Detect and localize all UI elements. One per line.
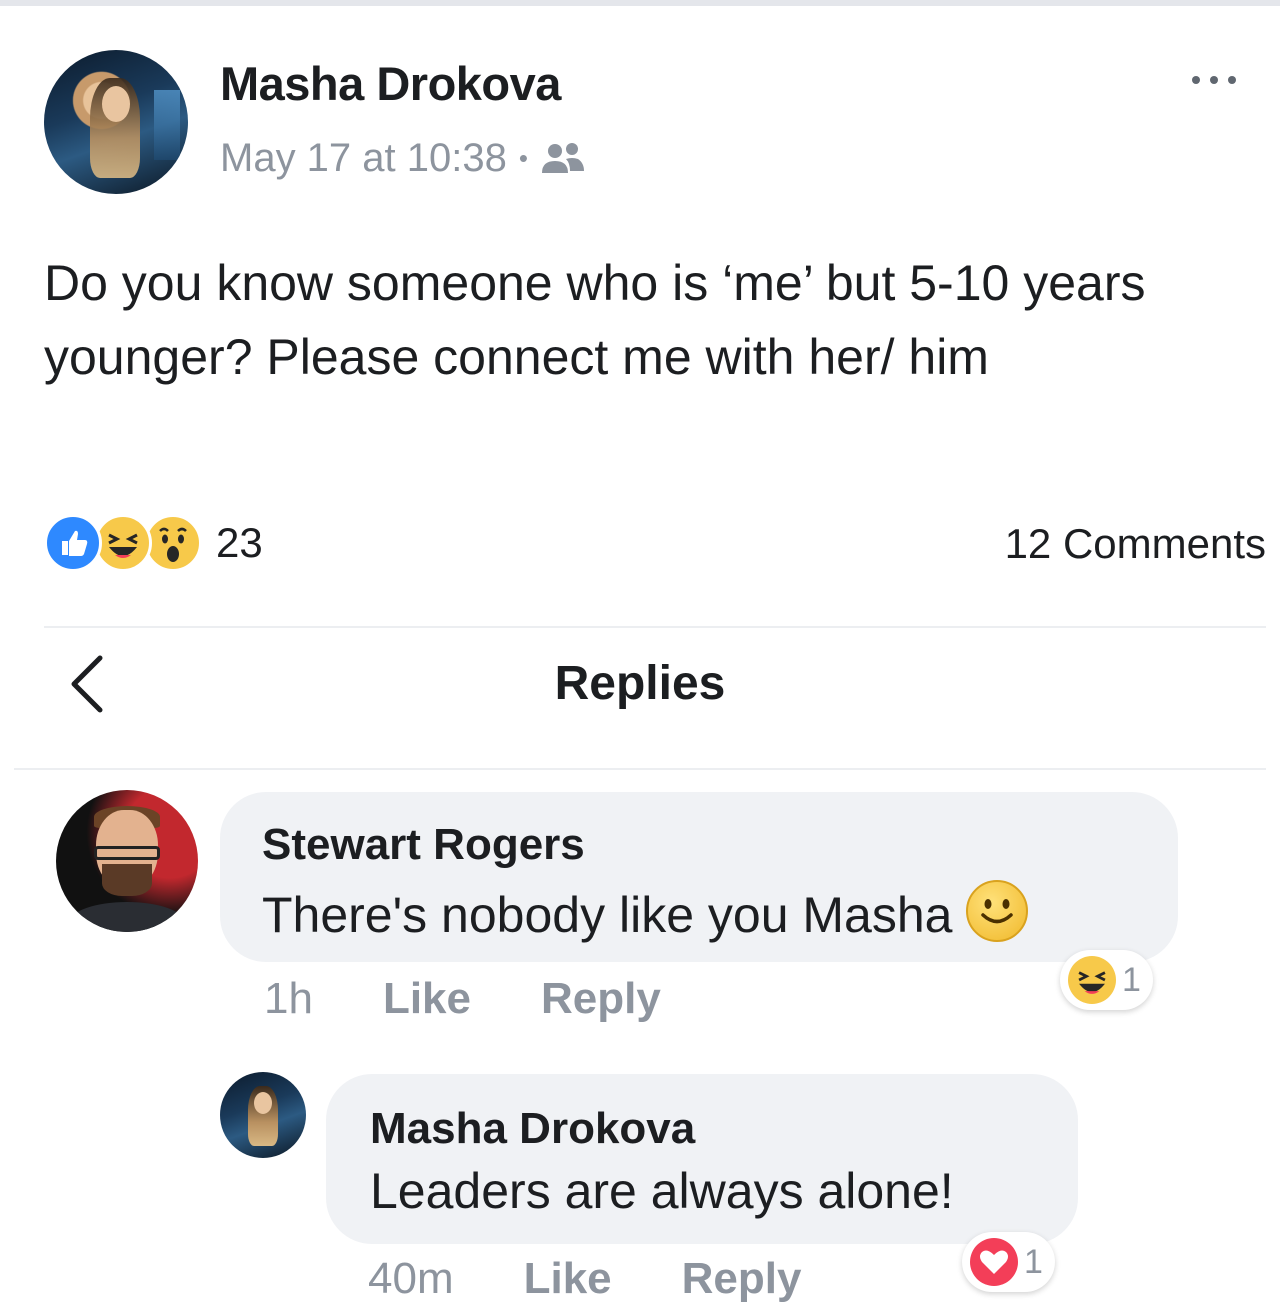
author-avatar[interactable] <box>44 50 188 194</box>
reaction-count: 23 <box>216 519 263 566</box>
post-author-name[interactable]: Masha Drokova <box>220 56 561 111</box>
like-reaction-icon <box>44 514 102 572</box>
haha-reaction-icon <box>94 514 152 572</box>
comment-author[interactable]: Masha Drokova <box>370 1104 695 1154</box>
more-dot <box>1210 76 1218 84</box>
comment-text-content: There's nobody like you Masha <box>262 887 953 943</box>
comment-reaction-pill[interactable]: 1 <box>1060 950 1153 1010</box>
avatar-background <box>154 90 180 160</box>
replies-title: Replies <box>554 657 726 710</box>
top-divider <box>0 0 1280 6</box>
like-button[interactable]: Like <box>383 974 471 1024</box>
post-meta: May 17 at 10:38 • <box>220 136 586 181</box>
reaction-summary[interactable]: 23 <box>44 514 263 572</box>
comment-author[interactable]: Stewart Rogers <box>262 820 585 870</box>
post-timestamp[interactable]: May 17 at 10:38 <box>220 136 507 181</box>
comment-reaction-count: 1 <box>1122 960 1141 999</box>
avatar-face <box>254 1092 272 1114</box>
comment-bubble: Masha Drokova Leaders are always alone! <box>326 1074 1078 1244</box>
comment-text: There's nobody like you Masha <box>262 880 1029 944</box>
comment-reaction-pill[interactable]: 1 <box>962 1232 1055 1292</box>
wow-reaction-icon <box>144 514 202 572</box>
commenter-avatar[interactable] <box>56 790 198 932</box>
avatar-face <box>102 86 130 122</box>
smile-emoji-icon <box>966 880 1029 942</box>
avatar-beard <box>102 864 152 896</box>
more-dot <box>1228 76 1236 84</box>
haha-reaction-icon <box>1068 956 1116 1004</box>
avatar-glasses <box>94 846 160 860</box>
comment-text: Leaders are always alone! <box>370 1163 954 1219</box>
comment-bubble: Stewart Rogers There's nobody like you M… <box>220 792 1178 962</box>
comment-actions: 40m Like Reply <box>368 1254 801 1304</box>
reply-button[interactable]: Reply <box>682 1254 802 1304</box>
avatar-shirt <box>70 902 184 932</box>
divider <box>44 626 1266 628</box>
comment-time[interactable]: 1h <box>264 974 313 1024</box>
comment-time[interactable]: 40m <box>368 1254 454 1304</box>
comment-reaction-count: 1 <box>1024 1242 1043 1281</box>
divider <box>14 768 1266 770</box>
like-button[interactable]: Like <box>524 1254 612 1304</box>
love-reaction-icon <box>970 1238 1018 1286</box>
comment-actions: 1h Like Reply <box>264 974 661 1024</box>
comments-count-link[interactable]: 12 Comments <box>1005 520 1266 568</box>
more-options-button[interactable] <box>1182 60 1246 100</box>
reply-button[interactable]: Reply <box>541 974 661 1024</box>
more-dot <box>1192 76 1200 84</box>
post-text: Do you know someone who is ‘me’ but 5-10… <box>44 255 1146 385</box>
meta-separator: • <box>518 143 528 173</box>
friends-icon <box>540 141 586 177</box>
commenter-avatar[interactable] <box>220 1072 306 1158</box>
